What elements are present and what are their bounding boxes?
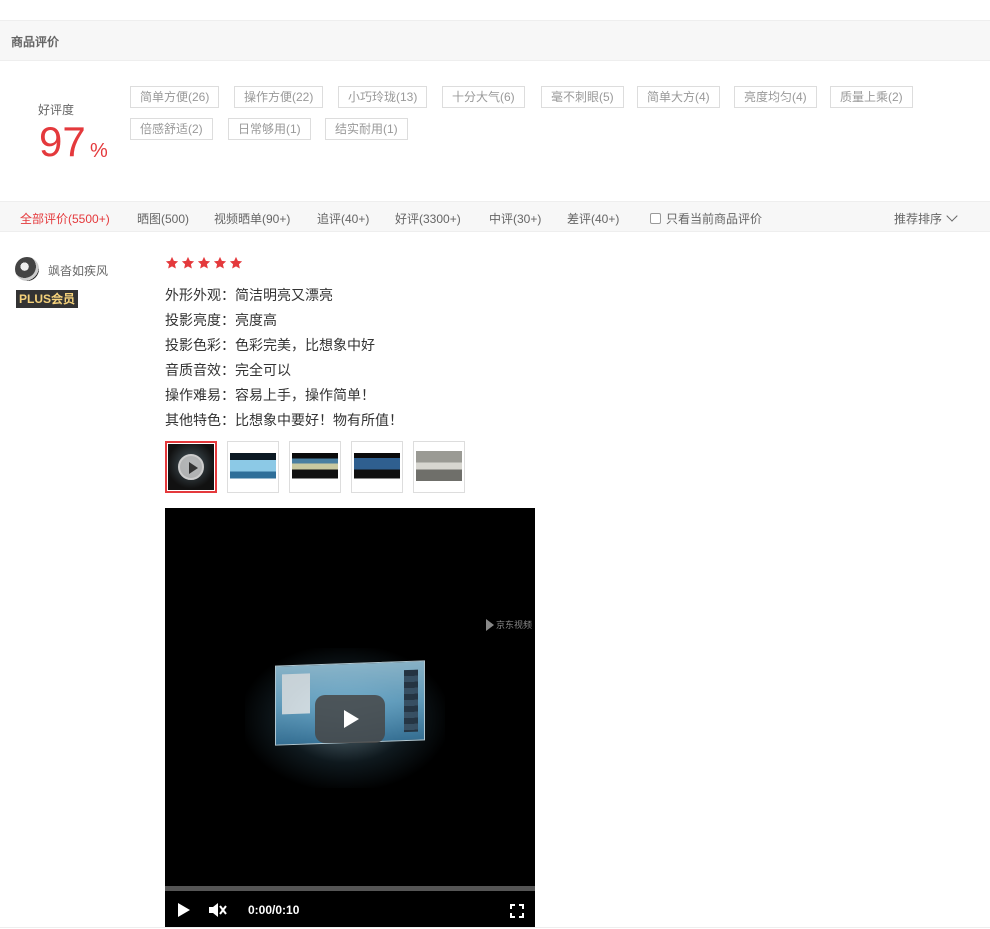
plus-member-badge: PLUS会员 — [16, 290, 79, 308]
review-tag[interactable]: 简单方便(26) — [130, 86, 220, 108]
positive-rate: 好评度 97 % — [38, 101, 128, 163]
review-tag[interactable]: 日常够用(1) — [228, 118, 311, 140]
video-time: 0:00/0:10 — [248, 903, 300, 917]
video-thumbnail[interactable] — [165, 441, 217, 493]
review-attribute: 投影亮度：亮度高 — [165, 312, 277, 328]
review-attribute: 投影色彩：色彩完美，比想象中好 — [165, 337, 375, 353]
star-icon — [213, 256, 227, 269]
sort-dropdown[interactable]: 推荐排序 — [894, 210, 958, 227]
fullscreen-icon[interactable] — [510, 904, 524, 918]
reviewer-name: 飒沓如疾风 — [48, 264, 109, 278]
filter-images[interactable]: 晒图(500) — [137, 210, 189, 227]
positive-rate-label: 好评度 — [38, 103, 75, 117]
review-attribute: 其他特色：比想象中要好！物有所值！ — [165, 412, 403, 428]
star-icon — [197, 256, 211, 269]
review-tag[interactable]: 十分大气(6) — [442, 86, 525, 108]
review-tag[interactable]: 操作方便(22) — [234, 86, 324, 108]
review-tag[interactable]: 亮度均匀(4) — [734, 86, 817, 108]
section-title: 商品评价 — [11, 35, 60, 49]
filter-all[interactable]: 全部评价(5500+) — [20, 210, 110, 227]
review-tag[interactable]: 结实耐用(1) — [325, 118, 408, 140]
current-product-only-label: 只看当前商品评价 — [666, 212, 763, 226]
review-tag[interactable]: 质量上乘(2) — [830, 86, 913, 108]
big-play-button[interactable] — [315, 695, 385, 743]
play-icon — [178, 454, 204, 480]
filter-positive[interactable]: 好评(3300+) — [395, 210, 461, 227]
image-thumbnail[interactable] — [351, 441, 403, 493]
star-icon — [181, 256, 195, 269]
positive-rate-unit: % — [90, 140, 108, 162]
filter-videos[interactable]: 视频晒单(90+) — [214, 210, 290, 227]
star-icon — [165, 256, 179, 269]
checkbox-icon[interactable] — [650, 213, 661, 224]
positive-rate-value: 97 — [39, 118, 86, 165]
image-thumbnail[interactable] — [289, 441, 341, 493]
review-tag[interactable]: 简单大方(4) — [637, 86, 720, 108]
review-filter-bar: 全部评价(5500+) 晒图(500) 视频晒单(90+) 追评(40+) 好评… — [0, 201, 990, 232]
play-icon[interactable] — [178, 903, 190, 917]
review-video-player[interactable]: 京东视频 0:00/0:10 — [165, 508, 535, 928]
chevron-down-icon — [946, 210, 958, 222]
video-controls: 0:00/0:10 — [165, 891, 535, 928]
image-thumbnail[interactable] — [413, 441, 465, 493]
avatar[interactable] — [15, 257, 39, 281]
section-header: 商品评价 — [0, 20, 990, 61]
filter-negative[interactable]: 差评(40+) — [567, 210, 619, 227]
review-tag[interactable]: 小巧玲珑(13) — [338, 86, 428, 108]
filter-followup[interactable]: 追评(40+) — [317, 210, 369, 227]
star-icon — [229, 256, 243, 269]
review-attribute: 音质音效：完全可以 — [165, 362, 291, 378]
video-watermark: 京东视频 — [485, 618, 532, 631]
jd-video-logo-icon — [485, 618, 494, 631]
review-attribute: 外形外观：简洁明亮又漂亮 — [165, 287, 333, 303]
review-tag[interactable]: 倍感舒适(2) — [130, 118, 213, 140]
review-media-thumbnails — [165, 441, 475, 493]
sort-label: 推荐排序 — [894, 212, 943, 226]
review-tag[interactable]: 毫不刺眼(5) — [541, 86, 624, 108]
image-thumbnail[interactable] — [227, 441, 279, 493]
filter-neutral[interactable]: 中评(30+) — [489, 210, 541, 227]
star-rating — [165, 256, 245, 270]
muted-speaker-icon[interactable] — [207, 901, 227, 919]
divider — [0, 927, 990, 928]
review-attribute: 操作难易：容易上手，操作简单！ — [165, 387, 375, 403]
current-product-only-checkbox[interactable]: 只看当前商品评价 — [650, 210, 762, 227]
